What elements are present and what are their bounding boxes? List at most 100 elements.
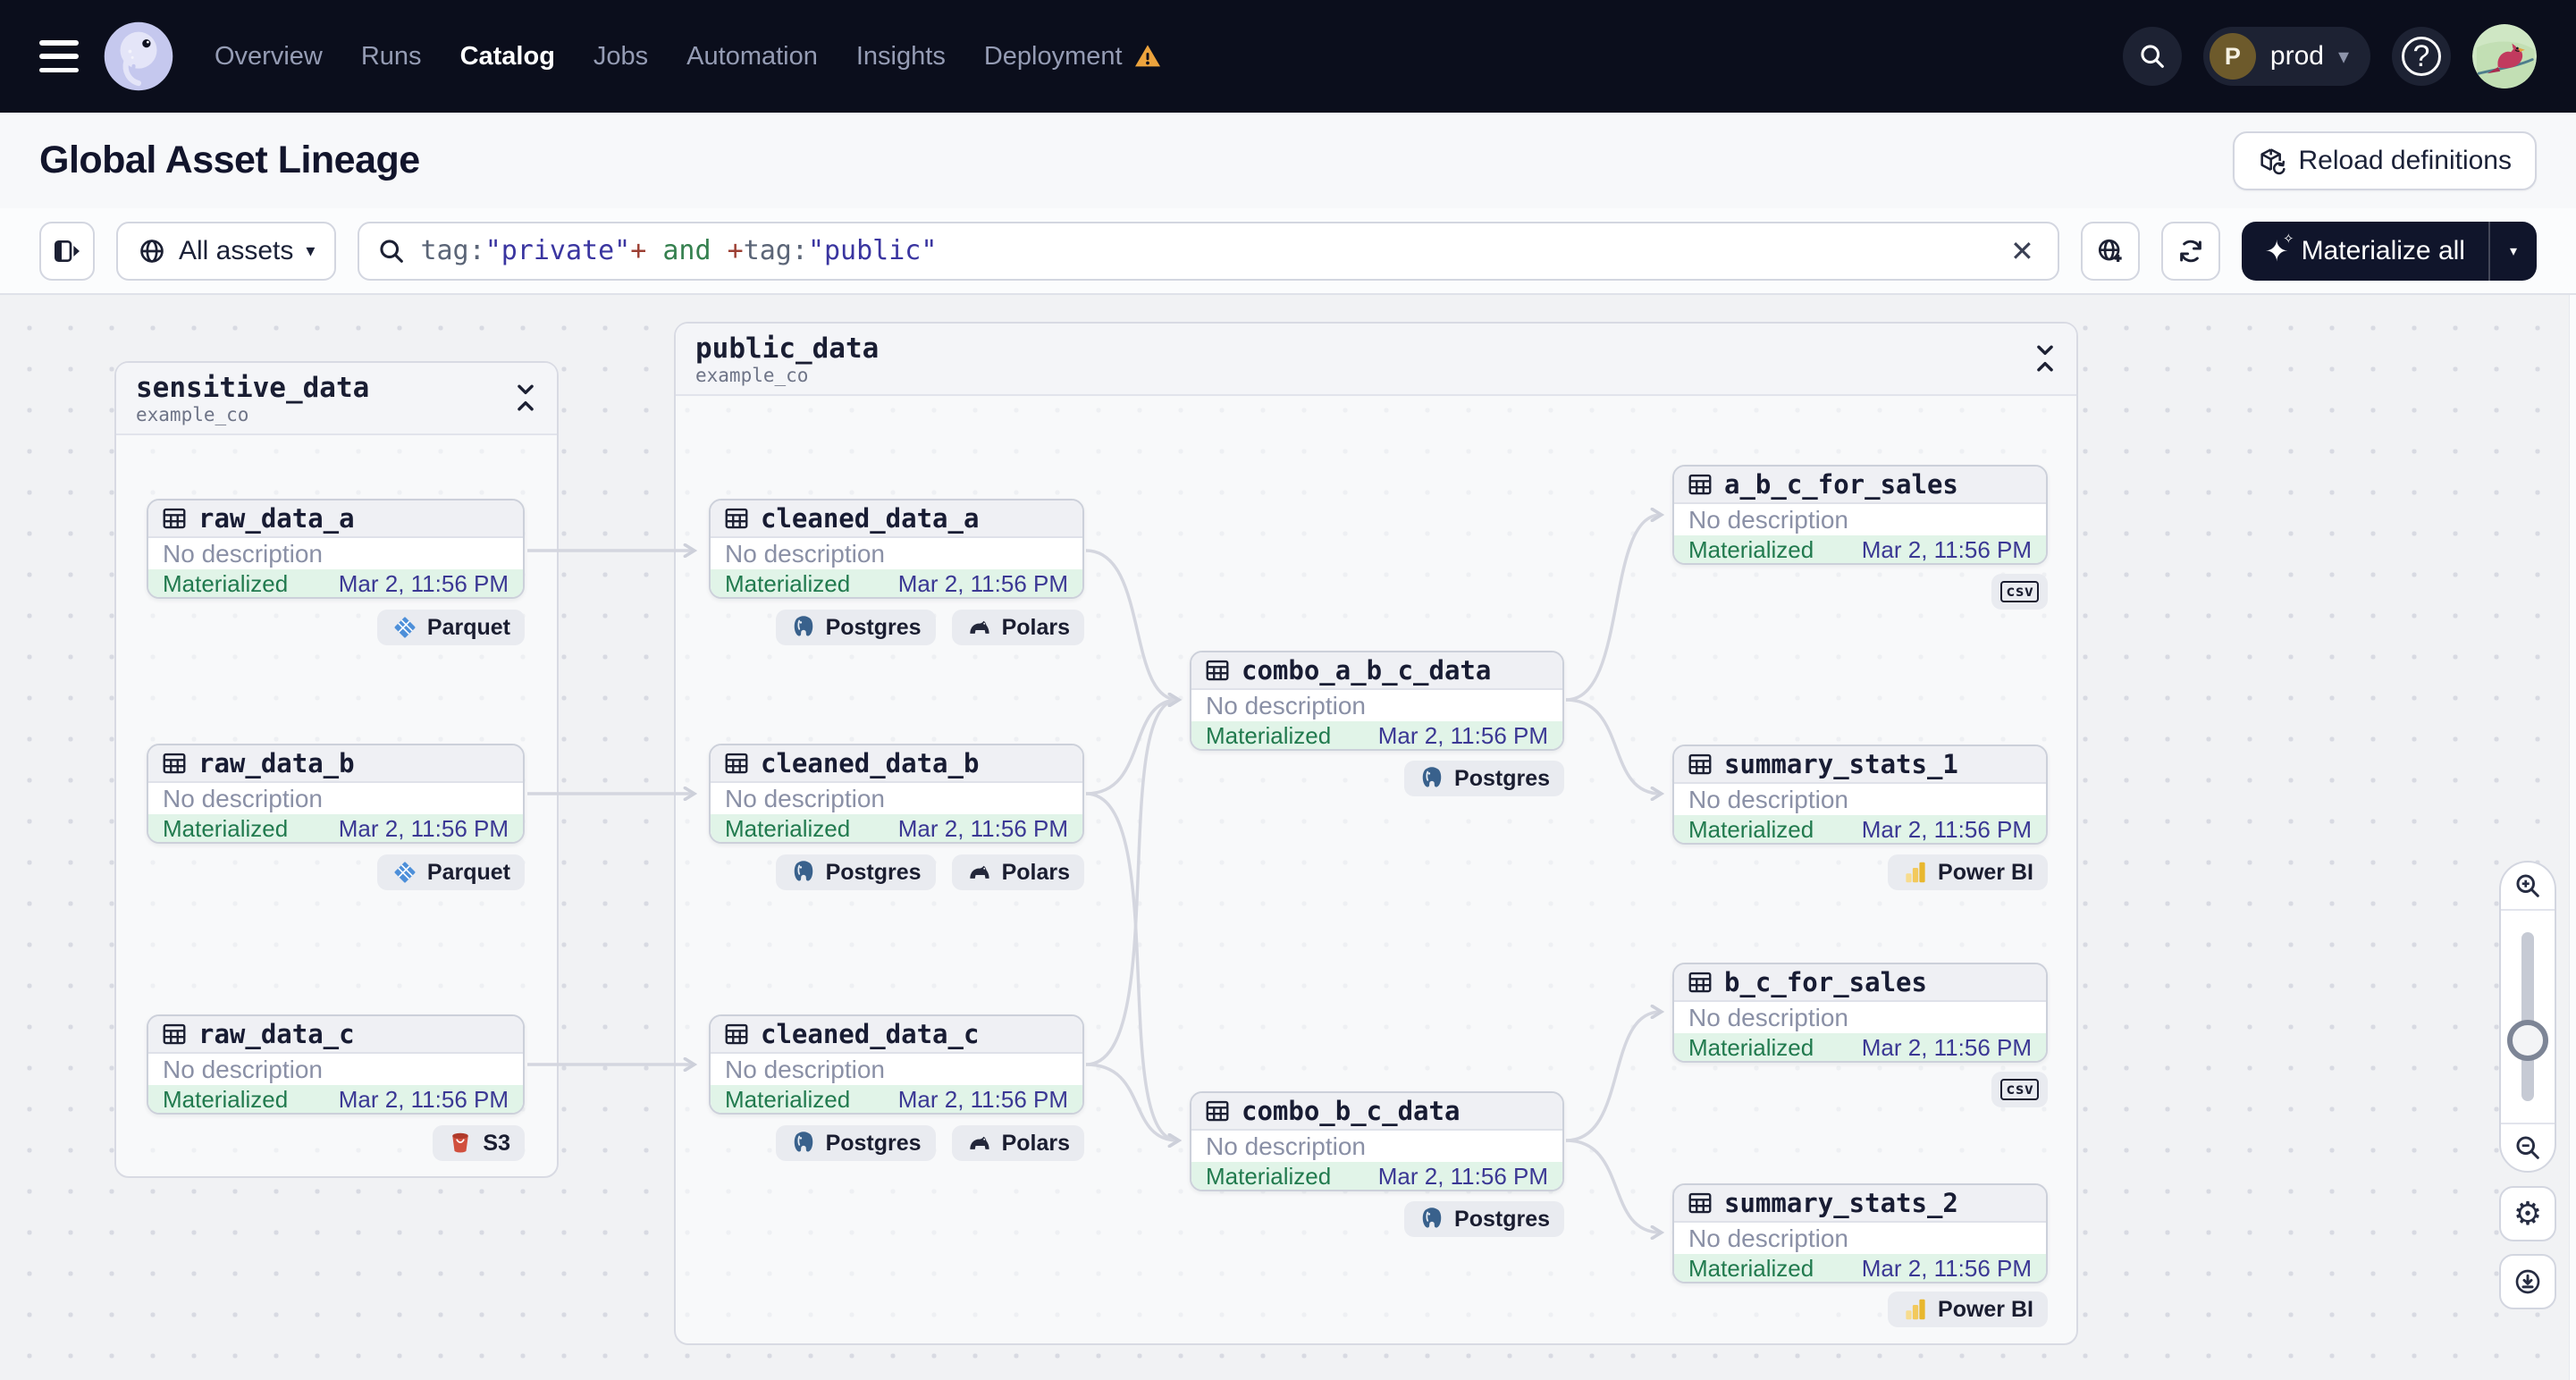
search-button[interactable] [2122,27,2182,86]
filter-query[interactable]: tag:"private"+ and +tag:"public" [420,235,1991,266]
download-image-button[interactable] [2499,1254,2556,1309]
materialize-options-button[interactable]: ▾ [2488,221,2537,281]
chevron-down-icon: ▾ [2337,44,2349,69]
asset-node-a-b-c-for-sales[interactable]: a_b_c_for_sales No description Materiali… [1672,465,2048,565]
status-badge: Materialized [1688,1034,1814,1061]
reload-cube-icon [2258,147,2286,175]
open-sidebar-button[interactable] [39,221,95,281]
postgres-badge[interactable]: Postgres [1404,1201,1564,1237]
zoom-in-icon [2513,871,2542,900]
zoom-out-button[interactable] [2501,1124,2555,1171]
status-badge: Materialized [1206,722,1332,749]
materialization-time: Mar 2, 11:56 PM [1861,536,2032,563]
menu-icon[interactable] [39,40,79,72]
table-icon [161,1021,188,1048]
powerbi-badge[interactable]: Power BI [1888,1292,2048,1327]
zoom-slider-track[interactable] [2521,932,2534,1101]
clear-filter-button[interactable]: ✕ [2005,234,2040,268]
asset-node-b-c-for-sales[interactable]: b_c_for_sales No description Materialize… [1672,963,2048,1063]
avatar[interactable] [2472,24,2537,88]
status-badge: Materialized [725,815,851,842]
asset-node-cleaned-data-b[interactable]: cleaned_data_b No description Materializ… [709,744,1084,844]
asset-name: summary_stats_1 [1724,749,1958,779]
materialize-all-button[interactable]: ✦ ✧ Materialize all [2242,222,2488,281]
asset-scope-dropdown[interactable]: All assets ▾ [116,221,337,281]
materialization-time: Mar 2, 11:56 PM [1861,1255,2032,1282]
materialization-time: Mar 2, 11:56 PM [338,815,509,842]
question-icon: ? [2402,37,2441,76]
materialization-time: Mar 2, 11:56 PM [1861,816,2032,843]
csv-badge[interactable]: csv [1991,1072,2048,1107]
zoom-slider[interactable] [2501,909,2555,1124]
gear-icon: ⚙ [2513,1195,2543,1232]
csv-badge[interactable]: csv [1991,574,2048,610]
asset-name: cleaned_data_b [761,748,980,778]
nav-item-catalog[interactable]: Catalog [460,42,555,72]
postgres-badge[interactable]: Postgres [1404,761,1564,796]
asset-description: No description [1688,1003,1848,1031]
s3-badge[interactable]: S3 [433,1125,525,1161]
parquet-icon [391,859,418,886]
nav-item-automation[interactable]: Automation [686,42,818,72]
search-icon [2138,42,2167,71]
parquet-badge[interactable]: Parquet [376,610,525,645]
asset-node-summary-stats-1[interactable]: summary_stats_1 No description Materiali… [1672,745,2048,845]
status-badge: Materialized [1688,1255,1814,1282]
parquet-badge[interactable]: Parquet [376,854,525,890]
postgres-badge[interactable]: Postgres [775,610,936,645]
materialize-all-split-button: ✦ ✧ Materialize all ▾ [2241,221,2537,281]
refresh-button[interactable] [2160,221,2220,281]
asset-node-combo-b-c-data[interactable]: combo_b_c_data No description Materializ… [1190,1091,1564,1191]
add-external-assets-button[interactable] [2080,221,2140,281]
asset-node-combo-a-b-c-data[interactable]: combo_a_b_c_data No description Material… [1190,651,1564,751]
status-badge: Materialized [163,570,289,597]
help-button[interactable]: ? [2392,27,2451,86]
nav-item-jobs[interactable]: Jobs [593,42,648,72]
graph-settings-button[interactable]: ⚙ [2499,1186,2556,1241]
asset-description: No description [1688,785,1848,813]
materialization-time: Mar 2, 11:56 PM [897,570,1068,597]
materialization-time: Mar 2, 11:56 PM [897,815,1068,842]
asset-badges: Postgres [1404,1201,1564,1237]
asset-node-cleaned-data-c[interactable]: cleaned_data_c No description Materializ… [709,1014,1084,1115]
asset-description: No description [1688,505,1848,534]
polars-badge[interactable]: Polars [951,610,1084,645]
reload-definitions-button[interactable]: Reload definitions [2232,130,2537,190]
asset-node-summary-stats-2[interactable]: summary_stats_2 No description Materiali… [1672,1183,2048,1283]
dagster-logo-icon[interactable] [102,20,175,93]
table-icon [723,1021,750,1048]
asset-node-raw-data-b[interactable]: raw_data_b No description Materialized M… [147,744,525,844]
status-badge: Materialized [1688,816,1814,843]
top-nav: Overview Runs Catalog Jobs Automation In… [0,0,2576,113]
csv-icon: csv [2000,581,2039,602]
csv-icon: csv [2000,1079,2039,1100]
status-badge: Materialized [725,570,851,597]
nav-item-overview[interactable]: Overview [215,42,323,72]
polars-badge[interactable]: Polars [951,1125,1084,1161]
page-header: Global Asset Lineage Reload definitions [0,113,2576,208]
postgres-badge[interactable]: Postgres [775,1125,936,1161]
nav-item-insights[interactable]: Insights [856,42,946,72]
zoom-slider-thumb[interactable] [2507,1020,2548,1061]
table-icon [161,505,188,532]
asset-node-cleaned-data-a[interactable]: cleaned_data_a No description Materializ… [709,499,1084,599]
nav-item-runs[interactable]: Runs [361,42,422,72]
nav-right-cluster: P prod ▾ ? [2122,24,2537,88]
zoom-in-button[interactable] [2501,862,2555,909]
table-icon [1687,969,1713,996]
scroll-strip [2569,295,2576,1380]
asset-filter-input[interactable]: tag:"private"+ and +tag:"public" ✕ [358,221,2059,281]
nav-item-deployment[interactable]: Deployment [984,42,1162,72]
powerbi-badge[interactable]: Power BI [1888,854,2048,890]
zoom-controls [2499,861,2556,1173]
polars-badge[interactable]: Polars [951,854,1084,890]
lineage-canvas[interactable]: sensitive_data example_co public_data ex… [0,295,2576,1380]
postgres-icon [1418,765,1445,792]
environment-switcher[interactable]: P prod ▾ [2202,27,2370,86]
asset-node-raw-data-a[interactable]: raw_data_a No description Materialized M… [147,499,525,599]
materialization-time: Mar 2, 11:56 PM [1861,1034,2032,1061]
postgres-badge[interactable]: Postgres [775,854,936,890]
environment-badge: P [2209,33,2256,80]
asset-node-raw-data-c[interactable]: raw_data_c No description Materialized M… [147,1014,525,1115]
asset-description: No description [1206,691,1366,719]
